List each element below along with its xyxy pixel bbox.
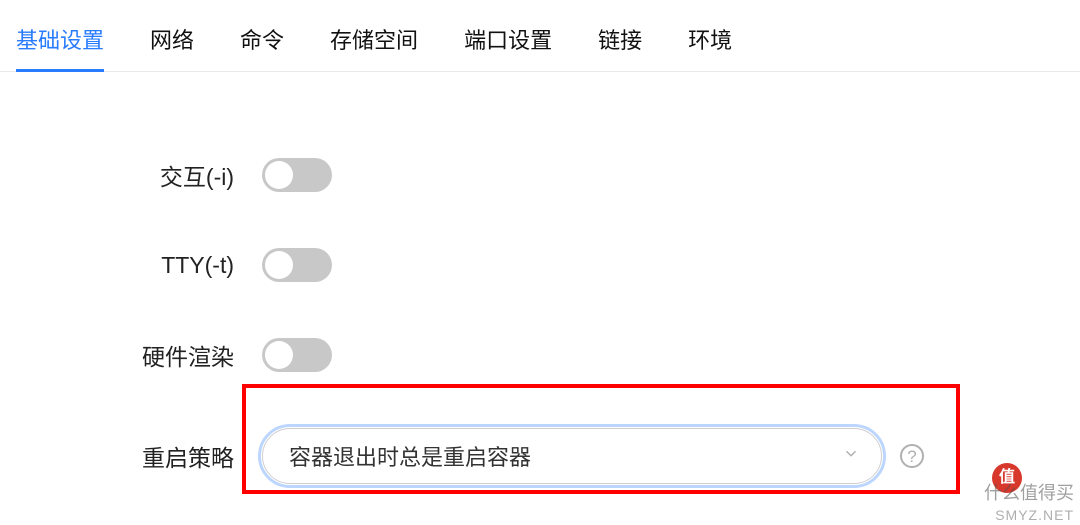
tab-environment[interactable]: 环境 — [688, 23, 732, 71]
label-tty: TTY(-t) — [32, 252, 262, 279]
restart-policy-select[interactable]: 容器退出时总是重启容器 — [262, 428, 882, 484]
toggle-tty[interactable] — [262, 248, 332, 282]
label-hw-render: 硬件渲染 — [32, 338, 262, 372]
toggle-hw-render[interactable] — [262, 338, 332, 372]
tab-links[interactable]: 链接 — [598, 23, 642, 71]
settings-tabs: 基础设置 网络 命令 存储空间 端口设置 链接 环境 — [0, 0, 1080, 72]
label-restart-policy: 重启策略 — [32, 439, 262, 473]
tab-basic-settings[interactable]: 基础设置 — [16, 23, 104, 71]
toggle-interactive[interactable] — [262, 158, 332, 192]
help-icon[interactable]: ? — [900, 444, 924, 468]
toggle-knob — [265, 161, 293, 189]
label-interactive: 交互(-i) — [32, 158, 262, 192]
tab-command[interactable]: 命令 — [240, 23, 284, 71]
toggle-knob — [265, 341, 293, 369]
watermark-brand: 什么值得买 — [984, 479, 1074, 505]
tab-port-settings[interactable]: 端口设置 — [464, 23, 552, 71]
toggle-knob — [265, 251, 293, 279]
row-interactive: 交互(-i) — [32, 158, 1080, 192]
row-tty: TTY(-t) — [32, 248, 1080, 282]
row-restart-policy: 重启策略 容器退出时总是重启容器 ? — [32, 428, 1080, 484]
watermark-site: SMYZ.NET — [995, 507, 1074, 523]
tab-network[interactable]: 网络 — [150, 23, 194, 71]
row-hw-render: 硬件渲染 — [32, 338, 1080, 372]
restart-policy-selected-value: 容器退出时总是重启容器 — [289, 440, 531, 472]
basic-settings-form: 交互(-i) TTY(-t) 硬件渲染 重启策略 容器退出时总是重启容器 ? — [0, 72, 1080, 484]
tab-storage[interactable]: 存储空间 — [330, 23, 418, 71]
restart-policy-select-wrap: 容器退出时总是重启容器 — [262, 428, 882, 484]
